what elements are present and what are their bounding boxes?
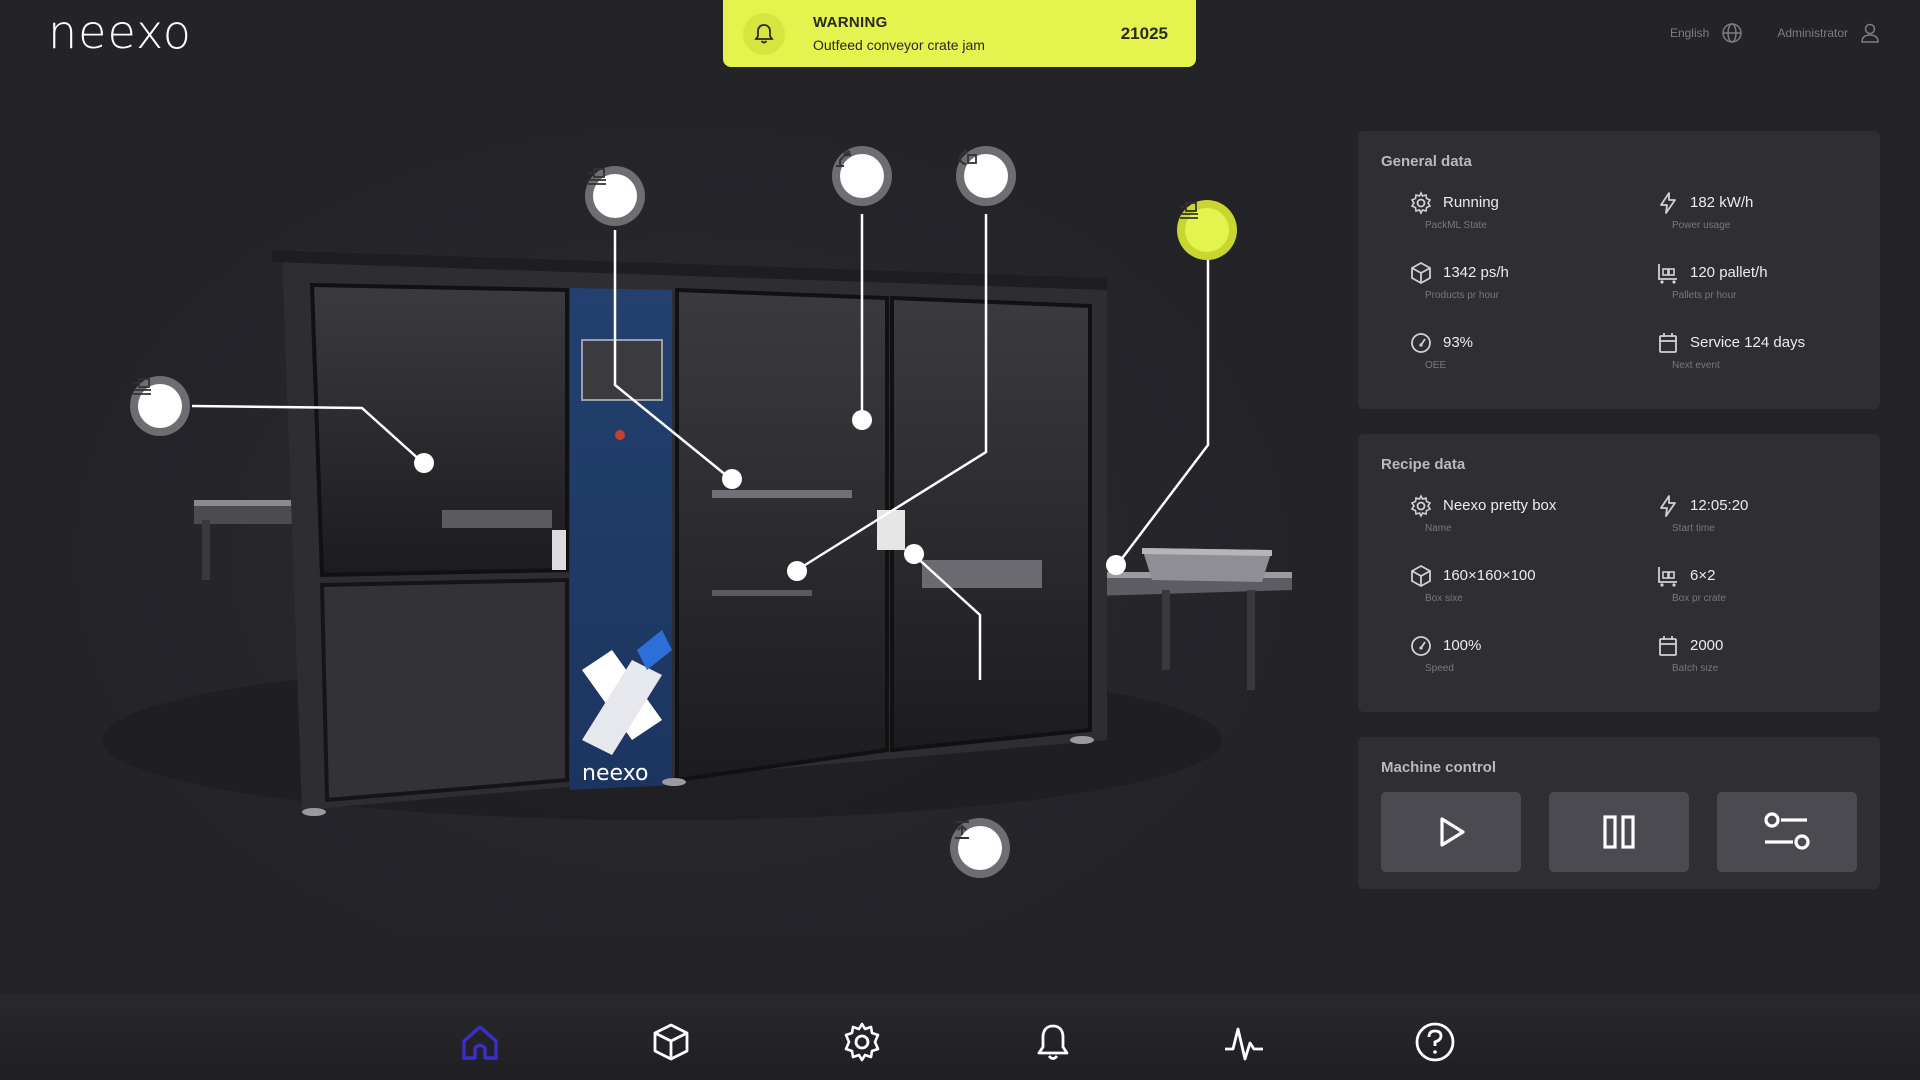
warning-message: Outfeed conveyor crate jam [813, 37, 985, 53]
swap-crate-icon [959, 148, 977, 165]
kpi-label: Speed [1425, 663, 1454, 674]
gauge-icon [1411, 636, 1431, 656]
control-settings-button[interactable] [1717, 792, 1857, 872]
kpi-next-event: Service 124 days Next event [1656, 331, 1896, 381]
kpi-label: OEE [1425, 360, 1447, 371]
hotspot-crate-lift[interactable] [950, 818, 1010, 878]
calendar-icon [1659, 333, 1677, 353]
lightning-icon [1660, 495, 1676, 517]
cabinet-logo: neexo [582, 761, 648, 786]
kpi-oee: 93% OEE [1409, 331, 1649, 381]
pulse-icon [1225, 1027, 1263, 1061]
user-label: Administrator [1777, 26, 1848, 40]
box-icon [653, 1023, 689, 1061]
kpi-value: 2000 [1690, 637, 1724, 654]
nav-settings[interactable] [838, 1018, 886, 1066]
general-data-panel: General data Running PackML State 182 kW… [1358, 131, 1880, 409]
kpi-label: Box pr crate [1672, 593, 1726, 604]
user-icon [1861, 23, 1879, 43]
kpi-label: Name [1425, 523, 1452, 534]
language-label: English [1669, 26, 1710, 40]
play-icon [1440, 817, 1465, 847]
kpi-label: Pallets pr hour [1672, 290, 1737, 301]
kpi-value: Service 124 days [1690, 334, 1806, 351]
machine-3d-view[interactable]: neexo [22, 90, 1340, 935]
nav-products[interactable] [647, 1018, 695, 1066]
recipe-data-panel: Recipe data Neexo pretty box Name 12:05:… [1358, 434, 1880, 712]
help-icon [1415, 1022, 1455, 1062]
gear-icon [844, 1022, 880, 1062]
kpi-label: Box sixe [1425, 593, 1463, 604]
lift-icon [955, 821, 969, 839]
box-icon [1411, 564, 1431, 588]
kpi-value: Neexo pretty box [1443, 497, 1557, 514]
robot-arm-icon [836, 149, 852, 167]
kpi-value: 182 kW/h [1690, 194, 1754, 211]
panel-title: Recipe data [1381, 456, 1466, 473]
kpi-label: Start time [1672, 523, 1715, 534]
sliders-icon [1764, 812, 1810, 850]
nav-performance[interactable] [1220, 1018, 1268, 1066]
kpi-products-per-hour: 1342 ps/h Products pr hour [1409, 261, 1649, 311]
warning-banner[interactable]: WARNING Outfeed conveyor crate jam 21025 [723, 0, 1196, 67]
lightning-icon [1660, 192, 1676, 214]
box-icon [1411, 261, 1431, 285]
start-button[interactable] [1381, 792, 1521, 872]
pause-button[interactable] [1549, 792, 1689, 872]
gear-icon [1410, 191, 1432, 215]
panel-title: Machine control [1381, 759, 1497, 776]
hotspot-robot-arm[interactable] [832, 146, 892, 206]
hotspot-infeed-conveyor[interactable] [130, 376, 190, 436]
kpi-label: Next event [1672, 360, 1720, 371]
bell-icon [1037, 1024, 1069, 1060]
forklift-icon [1658, 264, 1677, 284]
kpi-value: Running [1443, 194, 1499, 211]
warning-level: WARNING [813, 14, 888, 31]
panel-title: General data [1381, 153, 1472, 170]
kpi-label: Power usage [1672, 220, 1731, 231]
gauge-icon [1411, 333, 1431, 353]
kpi-value: 100% [1443, 637, 1482, 654]
pause-icon [1603, 815, 1635, 849]
kpi-value: 6×2 [1690, 567, 1716, 584]
conveyor-icon [588, 168, 606, 185]
kpi-power-usage: 182 kW/h Power usage [1656, 191, 1896, 241]
kpi-value: 12:05:20 [1690, 497, 1749, 514]
warning-code: 21025 [1120, 23, 1168, 43]
kpi-label: Products pr hour [1425, 290, 1499, 301]
hotspot-gripper-station[interactable] [585, 166, 645, 226]
recipe-box-per-crate: 6×2 Box pr crate [1656, 564, 1896, 614]
hotspot-outfeed-conveyor[interactable] [1177, 200, 1237, 260]
kpi-value: 120 pallet/h [1690, 264, 1768, 281]
kpi-label: Batch size [1672, 663, 1719, 674]
conveyor-icon [133, 378, 151, 395]
nav-alarms[interactable] [1029, 1018, 1077, 1066]
kpi-label: PackML State [1425, 220, 1487, 231]
user-menu[interactable]: Administrator [1777, 22, 1880, 44]
calendar-icon [1659, 636, 1677, 656]
forklift-icon [1658, 567, 1677, 587]
kpi-pallets-per-hour: 120 pallet/h Pallets pr hour [1656, 261, 1896, 311]
nav-help[interactable] [1411, 1018, 1459, 1066]
brand-logo: neexo [48, 10, 192, 54]
recipe-box-size: 160×160×100 Box sixe [1409, 564, 1649, 614]
machine-control-panel: Machine control [1358, 737, 1880, 889]
recipe-speed: 100% Speed [1409, 634, 1649, 684]
kpi-value: 93% [1443, 334, 1474, 351]
conveyor-icon [1180, 202, 1198, 219]
hotspot-crate-changer[interactable] [956, 146, 1016, 206]
kpi-value: 1342 ps/h [1443, 264, 1509, 281]
recipe-name: Neexo pretty box Name [1409, 494, 1649, 544]
recipe-batch-size: 2000 Batch size [1656, 634, 1896, 684]
kpi-packml-state: Running PackML State [1409, 191, 1649, 241]
bell-icon [743, 12, 785, 55]
kpi-value: 160×160×100 [1443, 567, 1536, 584]
bottom-nav-bar [0, 995, 1920, 1080]
recipe-start-time: 12:05:20 Start time [1656, 494, 1896, 544]
globe-icon [1722, 23, 1743, 43]
gear-icon [1410, 494, 1432, 518]
language-selector[interactable]: English [1670, 22, 1743, 44]
nav-home[interactable] [456, 1018, 504, 1066]
home-icon [462, 1025, 498, 1060]
